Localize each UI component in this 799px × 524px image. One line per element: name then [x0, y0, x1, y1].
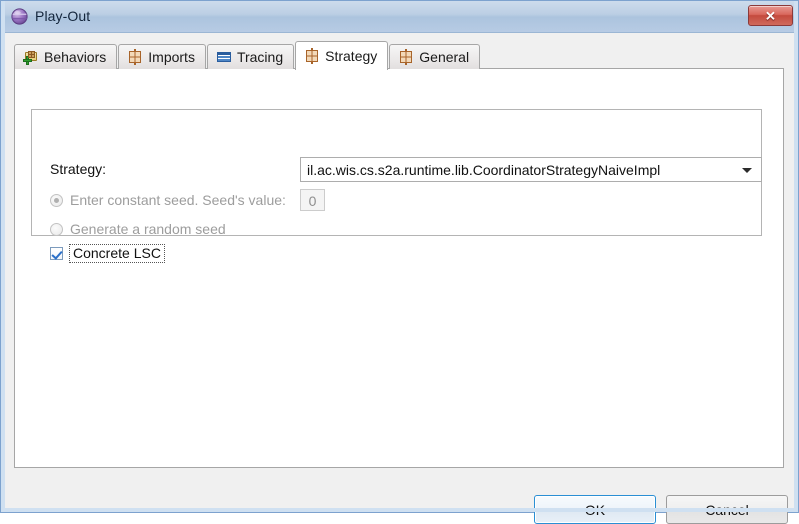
- chevron-down-icon: [742, 168, 752, 173]
- concrete-lsc-checkbox[interactable]: [50, 247, 63, 261]
- close-button[interactable]: ✕: [748, 5, 793, 26]
- strategy-combobox[interactable]: il.ac.wis.cs.s2a.runtime.lib.Coordinator…: [300, 157, 762, 182]
- title-bar[interactable]: Play-Out ✕: [1, 1, 798, 33]
- tab-strategy-label: Strategy: [325, 47, 378, 64]
- ok-button[interactable]: OK: [534, 495, 656, 524]
- random-seed-label: Generate a random seed: [70, 221, 226, 237]
- concrete-lsc-checkbox-row[interactable]: Concrete LSC: [50, 244, 165, 264]
- sphere-icon: [11, 8, 28, 25]
- concrete-lsc-label: Concrete LSC: [69, 244, 165, 264]
- grid-icon: [127, 49, 143, 65]
- tab-imports[interactable]: Imports: [118, 44, 206, 69]
- grid-icon: [398, 49, 414, 65]
- cancel-button[interactable]: Cancel: [666, 495, 788, 524]
- dialog-window: Play-Out ✕ Behaviors Imports Tracing Str…: [0, 0, 799, 524]
- constant-seed-radio[interactable]: [50, 193, 63, 207]
- close-icon: ✕: [765, 8, 776, 23]
- dialog-body: Behaviors Imports Tracing Strategy Gener…: [5, 33, 794, 524]
- seed-value-input[interactable]: 0: [300, 189, 325, 211]
- window-title: Play-Out: [35, 8, 91, 24]
- tab-strategy[interactable]: Strategy: [295, 41, 389, 70]
- constant-seed-radio-row[interactable]: Enter constant seed. Seed's value:: [50, 193, 286, 207]
- tab-general-label: General: [419, 49, 470, 65]
- constant-seed-label: Enter constant seed. Seed's value:: [70, 192, 286, 208]
- random-seed-radio-row[interactable]: Generate a random seed: [50, 222, 226, 236]
- strategy-combobox-value: il.ac.wis.cs.s2a.runtime.lib.Coordinator…: [307, 162, 661, 178]
- seed-value-text: 0: [308, 193, 317, 209]
- tab-behaviors[interactable]: Behaviors: [14, 44, 118, 69]
- tab-general[interactable]: General: [389, 44, 481, 69]
- tab-tracing-label: Tracing: [236, 49, 284, 65]
- tab-behaviors-label: Behaviors: [44, 49, 107, 65]
- tab-tracing[interactable]: Tracing: [206, 44, 295, 69]
- strategy-tab-panel: Strategy: il.ac.wis.cs.s2a.runtime.lib.C…: [14, 68, 784, 468]
- tab-strip: Behaviors Imports Tracing Strategy Gener…: [14, 41, 481, 70]
- tab-imports-label: Imports: [148, 49, 195, 65]
- table-icon: [216, 49, 232, 65]
- package-icon: [23, 49, 39, 65]
- grid-icon: [304, 47, 320, 64]
- strategy-label: Strategy:: [50, 161, 107, 177]
- random-seed-radio[interactable]: [50, 222, 63, 236]
